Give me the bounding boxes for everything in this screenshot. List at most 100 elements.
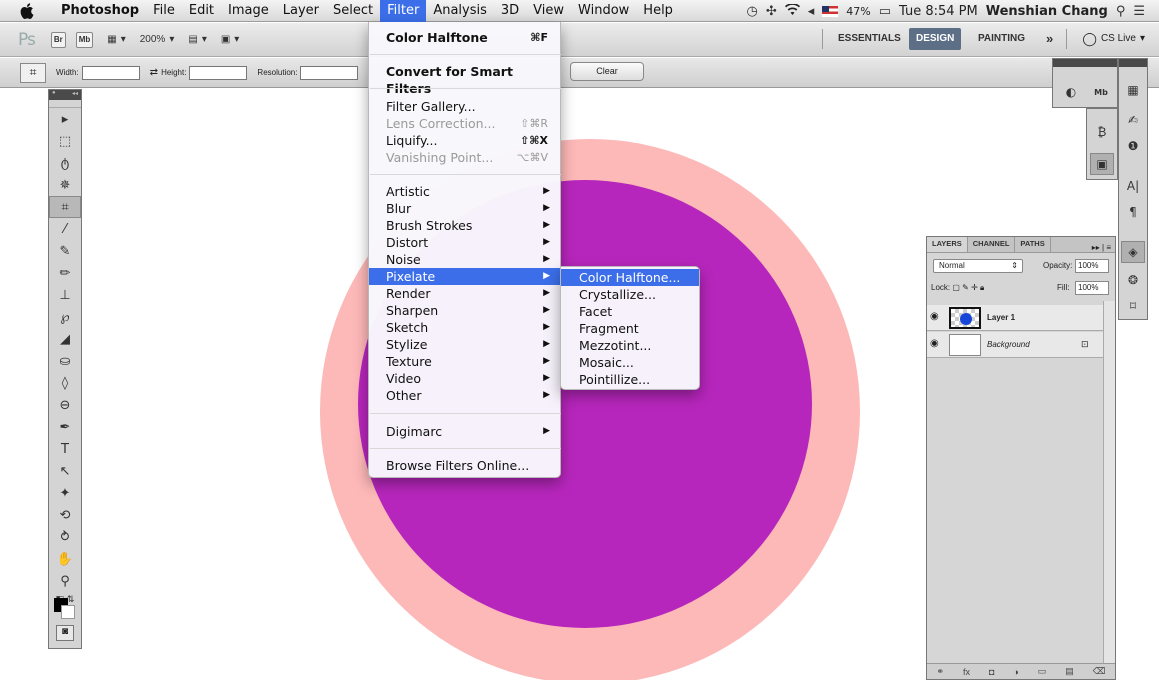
trash-icon[interactable]: ⌫ (1093, 666, 1106, 677)
resolution-field[interactable] (300, 65, 359, 80)
swatches-icon[interactable]: ▦ (1121, 79, 1145, 101)
workspace-essentials[interactable]: ESSENTIALS (838, 28, 901, 50)
pen-tool-icon[interactable]: ✒ (49, 416, 81, 438)
input-source-flag-icon[interactable] (822, 5, 839, 17)
menu-item-liquify[interactable]: Liquify... ⇧⌘X (369, 132, 562, 149)
menu-item-browse-filters-online[interactable]: Browse Filters Online... (369, 457, 562, 474)
clear-button[interactable]: Clear (570, 62, 644, 81)
character-styles-icon[interactable]: ₿ (1090, 121, 1114, 143)
menu-item-stylize[interactable]: Stylize ▶ (369, 336, 562, 353)
lock-position-icon[interactable]: ✛ (971, 283, 978, 292)
workspace-design[interactable]: DESIGN (909, 28, 962, 50)
view-extras-dropdown[interactable]: ▦ ▾ (107, 34, 125, 45)
new-group-icon[interactable]: ▭ (1038, 666, 1047, 677)
panel-header[interactable] (1119, 59, 1147, 67)
menu-filter[interactable]: Filter (380, 0, 427, 22)
panel-header[interactable] (1053, 59, 1117, 67)
paint-bucket-tool-icon[interactable]: ⛀ (49, 350, 81, 372)
cs-live-button[interactable]: ◯ CS Live ▾ (1082, 28, 1145, 50)
mini-bridge-button[interactable]: Mb (75, 31, 94, 48)
menu-item-brush-strokes[interactable]: Brush Strokes ▶ (369, 217, 562, 234)
submenu-item-color-halftone[interactable]: Color Halftone... (561, 269, 699, 286)
tools-panel-grip[interactable] (49, 100, 81, 108)
menu-file[interactable]: File (146, 0, 182, 22)
screen-mode-dropdown[interactable]: ▣ ▾ (221, 34, 239, 45)
link-layers-icon[interactable]: ⚭ (936, 666, 944, 677)
menu-view[interactable]: View (526, 0, 571, 22)
zoom-tool-icon[interactable]: ⚲ (49, 570, 81, 592)
lasso-tool-icon[interactable]: ტ (49, 152, 81, 174)
mini-bridge-panel-icon[interactable]: Mb (1089, 81, 1113, 103)
battery-icon[interactable]: ▭ (879, 4, 891, 19)
notification-list-icon[interactable]: ☰ (1133, 4, 1145, 19)
clone-stamp-tool-icon[interactable]: ⊥ (49, 284, 81, 306)
menu-app-photoshop[interactable]: Photoshop (54, 0, 146, 22)
menu-image[interactable]: Image (221, 0, 276, 22)
type-tool-icon[interactable]: T (49, 438, 81, 460)
submenu-item-crystallize[interactable]: Crystallize... (561, 286, 699, 303)
marquee-tool-icon[interactable]: ⬚ (49, 130, 81, 152)
submenu-item-mezzotint[interactable]: Mezzotint... (561, 337, 699, 354)
styles-icon[interactable]: ✍ (1121, 109, 1145, 131)
menu-3d[interactable]: 3D (494, 0, 526, 22)
volume-icon[interactable]: ◂ (808, 4, 815, 19)
3d-rotate-tool-icon[interactable]: ⟲ (49, 504, 81, 526)
crop-tool-icon[interactable]: ⌗ (49, 196, 81, 218)
layers-panel-icon[interactable]: ◈ (1121, 241, 1145, 263)
menu-item-blur[interactable]: Blur ▶ (369, 200, 562, 217)
tab-paths[interactable]: PATHS (1015, 237, 1051, 252)
layer-mask-icon[interactable]: ◘ (989, 667, 994, 677)
channels-icon[interactable]: ❂ (1121, 269, 1145, 291)
crop-tool-preset-icon[interactable]: ⌗ (20, 62, 46, 83)
submenu-item-mosaic[interactable]: Mosaic... (561, 354, 699, 371)
hand-tool-icon[interactable]: ✋ (49, 548, 81, 570)
user-name[interactable]: Wenshian Chang (986, 4, 1108, 19)
time-machine-icon[interactable]: ◷ (746, 4, 757, 19)
character-icon[interactable]: A| (1121, 175, 1145, 197)
healing-brush-tool-icon[interactable]: ✎ (49, 240, 81, 262)
background-color-swatch[interactable] (61, 605, 75, 619)
layer-row-background[interactable]: ◉ Background ⊡ (927, 332, 1103, 358)
menu-item-texture[interactable]: Texture ▶ (369, 353, 562, 370)
menu-item-convert-smart-filters[interactable]: Convert for Smart Filters (369, 63, 562, 96)
menu-help[interactable]: Help (636, 0, 680, 22)
shape-tool-icon[interactable]: ✦ (49, 482, 81, 504)
menu-layer[interactable]: Layer (276, 0, 326, 22)
dodge-tool-icon[interactable]: ⊖ (49, 394, 81, 416)
swap-icon[interactable]: ⇄ (150, 67, 158, 78)
lock-transparent-icon[interactable]: ▢ (952, 283, 960, 292)
path-selection-tool-icon[interactable]: ↖ (49, 460, 81, 482)
brush-tool-icon[interactable]: ✏ (49, 262, 81, 284)
quick-mask-icon[interactable]: ◙ (56, 625, 74, 641)
zoom-level-dropdown[interactable]: 200% ▾ (140, 34, 175, 45)
apple-icon[interactable] (20, 2, 38, 19)
menu-item-pixelate[interactable]: Pixelate ▶ (369, 268, 562, 285)
tools-panel-header[interactable]: ● ◂◂ (49, 90, 81, 100)
menu-item-sketch[interactable]: Sketch ▶ (369, 319, 562, 336)
spotlight-search-icon[interactable]: ⚲ (1116, 4, 1126, 19)
bluetooth-icon[interactable]: ✣ (766, 4, 777, 19)
wifi-icon[interactable] (784, 2, 800, 19)
adjustment-layer-icon[interactable]: ◑ (1013, 667, 1018, 677)
new-layer-icon[interactable]: ▤ (1065, 666, 1074, 677)
lock-image-icon[interactable]: ✎ (962, 283, 969, 292)
3d-orbit-tool-icon[interactable]: ⥁ (49, 526, 81, 548)
height-field[interactable] (189, 65, 248, 80)
width-field[interactable] (81, 65, 140, 80)
layers-scrollbar[interactable] (1103, 301, 1115, 677)
paths-icon[interactable]: ⌑ (1121, 295, 1145, 317)
opacity-field[interactable]: 100% (1075, 259, 1109, 273)
blend-mode-select[interactable]: Normal ⇕ (933, 259, 1023, 273)
quick-selection-tool-icon[interactable]: ✵ (49, 174, 81, 196)
workspace-painting[interactable]: PAINTING (978, 28, 1025, 50)
menu-item-distort[interactable]: Distort ▶ (369, 234, 562, 251)
history-brush-tool-icon[interactable]: ℘ (49, 306, 81, 328)
paragraph-icon[interactable]: ¶ (1121, 201, 1145, 223)
navigator-icon[interactable]: ◐ (1059, 81, 1083, 103)
eraser-tool-icon[interactable]: ◢ (49, 328, 81, 350)
layer-comps-icon[interactable]: ▣ (1090, 153, 1114, 175)
layer-style-icon[interactable]: fx (963, 667, 970, 677)
eyedropper-tool-icon[interactable]: ⁄ (49, 218, 81, 240)
info-icon[interactable]: ❶ (1121, 135, 1145, 157)
layer-row-layer-1[interactable]: ◉ Layer 1 (927, 305, 1103, 331)
